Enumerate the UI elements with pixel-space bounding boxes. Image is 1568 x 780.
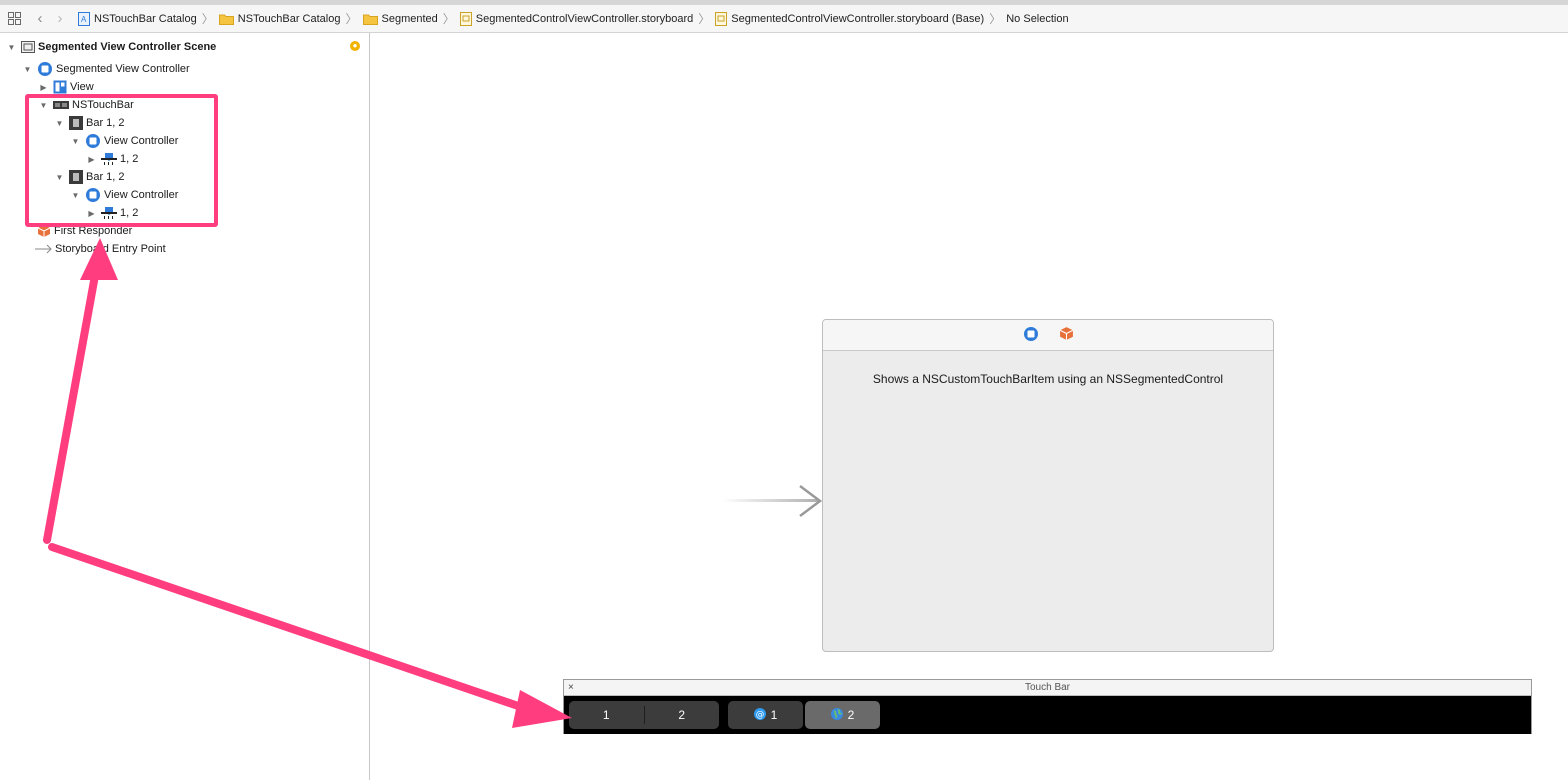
touch-bar-titlebar: × Touch Bar xyxy=(564,680,1531,696)
breadcrumb-storyboard[interactable]: SegmentedControlViewController.storyboar… xyxy=(459,11,693,26)
breadcrumb-separator: 〉 xyxy=(989,12,1002,26)
close-icon[interactable]: × xyxy=(568,680,574,695)
outline-row-scene[interactable]: ▼ Segmented View Controller Scene xyxy=(7,38,216,56)
scene-description-label[interactable]: Shows a NSCustomTouchBarItem using an NS… xyxy=(823,372,1273,386)
folder-icon xyxy=(218,13,234,25)
segment-2[interactable]: 2 xyxy=(645,701,720,729)
breadcrumb-project[interactable]: A NSTouchBar Catalog xyxy=(78,11,197,26)
touch-bar-body: 1 2 @ 1 2 xyxy=(564,696,1531,734)
entry-point-arrowhead-icon xyxy=(799,485,823,517)
folder-icon xyxy=(362,13,378,25)
scene-status-icon[interactable]: ● xyxy=(350,41,360,51)
breadcrumb-folder[interactable]: Segmented xyxy=(362,13,438,25)
first-responder-icon[interactable] xyxy=(1059,326,1074,344)
outline-row-segmented-vc[interactable]: ▼ Segmented View Controller xyxy=(23,60,190,78)
disclosure-right-icon[interactable]: ▶ xyxy=(39,83,48,92)
touch-bar-button-2[interactable]: 2 xyxy=(805,701,880,729)
back-arrow-icon[interactable]: ‹ xyxy=(30,10,50,27)
disclosure-down-icon[interactable]: ▼ xyxy=(23,65,32,74)
touch-bar-button-1[interactable]: @ 1 xyxy=(728,701,803,729)
svg-text:@: @ xyxy=(755,710,764,720)
breadcrumb-separator: 〉 xyxy=(442,12,455,26)
breadcrumb-separator: 〉 xyxy=(698,12,711,26)
breadcrumb-storyboard-base[interactable]: SegmentedControlViewController.storyboar… xyxy=(715,11,984,26)
breadcrumb-separator: 〉 xyxy=(345,12,358,26)
breadcrumb-selection[interactable]: No Selection xyxy=(1006,13,1068,25)
disclosure-down-icon[interactable]: ▼ xyxy=(7,43,16,52)
svg-text:A: A xyxy=(81,15,87,24)
jump-bar: ‹ › A NSTouchBar Catalog 〉 NSTouchBar Ca… xyxy=(0,5,1568,33)
scene-dock xyxy=(823,320,1273,351)
globe-icon xyxy=(830,707,843,723)
at-sign-icon: @ xyxy=(753,707,766,723)
view-icon xyxy=(53,80,67,94)
highlight-box xyxy=(25,94,218,227)
touch-bar-title: Touch Bar xyxy=(1024,682,1071,693)
outline-row-entry-point[interactable]: Storyboard Entry Point xyxy=(35,240,166,258)
breadcrumb-group[interactable]: NSTouchBar Catalog xyxy=(218,13,340,25)
related-items-icon[interactable] xyxy=(6,12,22,25)
touch-bar-preview: × Touch Bar 1 2 @ 1 2 xyxy=(563,679,1532,734)
view-controller-icon[interactable] xyxy=(1023,326,1039,345)
forward-arrow-icon[interactable]: › xyxy=(50,10,70,27)
view-controller-scene[interactable]: Shows a NSCustomTouchBarItem using an NS… xyxy=(822,319,1274,652)
breadcrumb-separator: 〉 xyxy=(201,12,214,26)
view-controller-icon xyxy=(37,61,53,77)
storyboard-file-icon xyxy=(715,11,728,26)
arrow-right-icon xyxy=(35,244,53,254)
segment-1[interactable]: 1 xyxy=(569,701,644,729)
scene-icon xyxy=(21,41,35,53)
storyboard-file-icon xyxy=(459,11,472,26)
project-file-icon: A xyxy=(78,11,90,26)
touch-bar-segmented-control[interactable]: 1 2 xyxy=(569,701,719,729)
